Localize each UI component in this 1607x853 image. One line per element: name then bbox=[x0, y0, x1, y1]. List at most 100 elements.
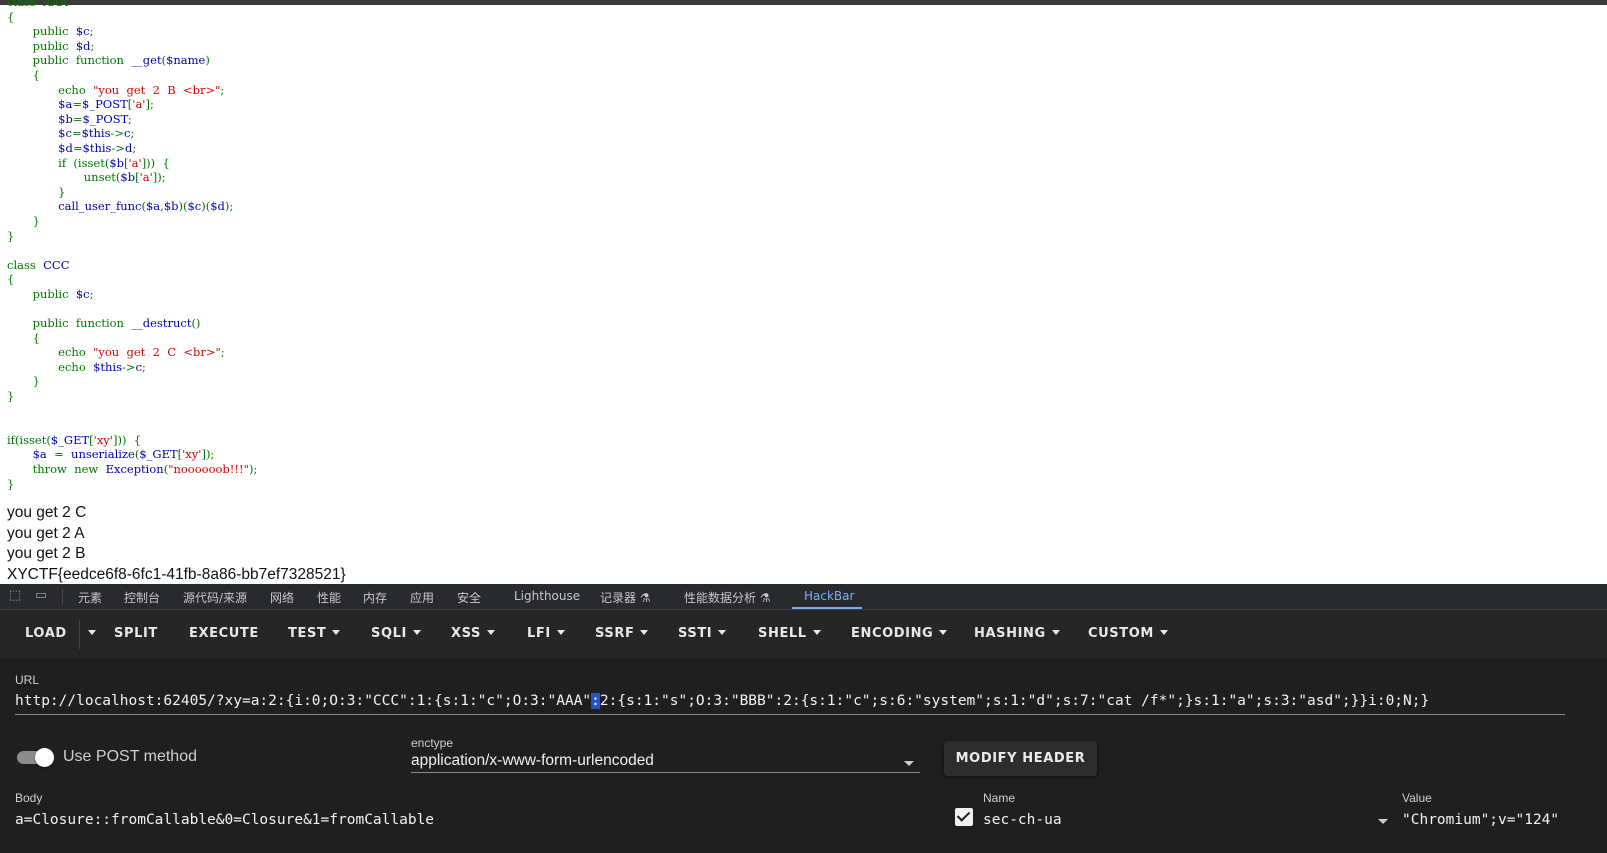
url-underline bbox=[15, 714, 1565, 715]
code-token: = bbox=[72, 140, 83, 155]
code-token: Exception bbox=[105, 462, 164, 476]
toolbar-button-label: XSS bbox=[451, 626, 481, 641]
toolbar-button-label: SQLI bbox=[371, 626, 407, 641]
load-dropdown-button[interactable] bbox=[82, 626, 96, 641]
code-token: { bbox=[7, 67, 40, 82]
devtools-tab[interactable]: 性能数据分析 ⚗ bbox=[684, 589, 771, 606]
code-token: ); bbox=[224, 199, 234, 214]
devtools-tab[interactable]: 元素 bbox=[78, 589, 102, 606]
output-line: you get 2 B bbox=[7, 545, 86, 562]
ssrf-menu-button[interactable]: SSRF bbox=[595, 626, 649, 641]
shell-menu-button[interactable]: SHELL bbox=[758, 626, 821, 641]
code-token: $b bbox=[109, 155, 124, 170]
inspect-icon[interactable]: ⬚ bbox=[7, 589, 23, 603]
code-token: unserialize bbox=[71, 447, 135, 462]
ssti-menu-button[interactable]: SSTI bbox=[678, 626, 727, 641]
caret-down-icon bbox=[939, 630, 948, 635]
code-token: $c bbox=[75, 286, 90, 301]
toggle-knob bbox=[35, 748, 54, 767]
output-line: you get 2 C bbox=[7, 504, 87, 521]
code-token: CCC bbox=[43, 257, 70, 272]
encoding-menu-button[interactable]: ENCODING bbox=[851, 626, 948, 641]
body-input[interactable]: a=Closure::fromCallable&0=Closure&1=from… bbox=[15, 812, 434, 828]
code-token: $b bbox=[7, 111, 73, 126]
tab-separator bbox=[62, 589, 63, 604]
code-token: ]); bbox=[152, 170, 166, 185]
code-token: $d bbox=[75, 38, 91, 53]
code-token: echo bbox=[7, 82, 94, 97]
caret-down-icon bbox=[556, 630, 565, 635]
devtools-tab[interactable]: 内存 bbox=[363, 589, 387, 606]
chevron-down-icon[interactable] bbox=[1378, 819, 1388, 824]
enctype-select[interactable]: application/x-www-form-urlencoded bbox=[411, 752, 654, 770]
code-token: { bbox=[7, 272, 15, 287]
toolbar-button-label: TEST bbox=[288, 626, 327, 641]
custom-menu-button[interactable]: CUSTOM bbox=[1088, 626, 1168, 641]
lfi-menu-button[interactable]: LFI bbox=[527, 626, 565, 641]
code-line: if (isset($b['a'])) { bbox=[7, 156, 257, 171]
code-token: ); bbox=[248, 462, 258, 476]
devtools-tab[interactable]: 应用 bbox=[410, 589, 434, 606]
code-token: () bbox=[191, 316, 201, 331]
url-input[interactable]: http://localhost:62405/?xy=a:2:{i:0;O:3:… bbox=[15, 693, 1429, 709]
chevron-down-icon[interactable] bbox=[904, 761, 914, 766]
test-menu-button[interactable]: TEST bbox=[288, 626, 341, 641]
code-line: echo $this->c; bbox=[7, 360, 257, 375]
body-label: Body bbox=[15, 791, 43, 805]
code-token: $_POST bbox=[82, 97, 128, 112]
code-token: if(isset( bbox=[7, 432, 51, 447]
output-line: you get 2 A bbox=[7, 524, 85, 542]
device-toggle-icon[interactable]: ▭ bbox=[33, 589, 49, 603]
code-token: $c bbox=[187, 199, 202, 214]
code-line: { bbox=[7, 272, 257, 287]
code-line: class AAA bbox=[7, 0, 257, 10]
code-line: public $c; bbox=[7, 24, 257, 39]
url-text-before: http://localhost:62405/?xy=a:2:{i:0;O:3:… bbox=[15, 693, 592, 709]
code-line: class CCC bbox=[7, 258, 257, 273]
devtools-tab[interactable]: 控制台 bbox=[124, 589, 160, 606]
header-name-input[interactable]: sec-ch-ua bbox=[983, 812, 1062, 828]
header-value-input[interactable]: "Chromium";v="124" bbox=[1402, 812, 1559, 828]
devtools-tab[interactable]: 记录器 ⚗ bbox=[600, 589, 651, 606]
url-label: URL bbox=[15, 673, 40, 687]
hashing-menu-button[interactable]: HASHING bbox=[974, 626, 1060, 641]
code-token: ; bbox=[220, 345, 225, 360]
code-token: )( bbox=[201, 199, 211, 214]
code-token: -> bbox=[111, 140, 125, 155]
devtools-tab[interactable]: Lighthouse bbox=[514, 589, 580, 603]
caret-down-icon bbox=[486, 630, 495, 635]
code-token: = bbox=[72, 111, 83, 126]
code-line: echo "you get 2 B <br>"; bbox=[7, 83, 257, 98]
code-token: echo bbox=[7, 359, 94, 374]
code-token: ; bbox=[130, 126, 135, 141]
code-line: } bbox=[7, 374, 257, 389]
devtools-tab[interactable]: 安全 bbox=[457, 589, 481, 606]
code-token: throw new bbox=[7, 462, 106, 476]
sqli-menu-button[interactable]: SQLI bbox=[371, 626, 421, 641]
code-token: ]); bbox=[201, 447, 215, 462]
code-token: ; bbox=[90, 38, 95, 53]
xss-menu-button[interactable]: XSS bbox=[451, 626, 495, 641]
post-method-toggle[interactable] bbox=[17, 748, 54, 767]
code-line: $d=$this->d; bbox=[7, 141, 257, 156]
code-line: } bbox=[7, 389, 257, 404]
code-token: "you get 2 B <br>" bbox=[93, 82, 221, 97]
enctype-underline bbox=[411, 772, 920, 773]
devtools-tab[interactable]: 源代码/来源 bbox=[183, 589, 247, 606]
header-enabled-checkbox[interactable] bbox=[955, 808, 973, 826]
code-line: $b=$_POST; bbox=[7, 112, 257, 127]
hackbar-toolbar: LOAD SPLIT EXECUTE TEST SQLI XSS LFI SSRF SSTI SH… bbox=[0, 610, 1607, 658]
code-line: call_user_func($a,$b)($c)($d); bbox=[7, 199, 257, 214]
devtools-tab[interactable]: 网络 bbox=[270, 589, 294, 606]
execute-button[interactable]: EXECUTE bbox=[189, 626, 259, 641]
split-button[interactable]: SPLIT bbox=[114, 626, 158, 641]
devtools-tab[interactable]: HackBar bbox=[804, 589, 854, 603]
modify-header-button[interactable]: MODIFY HEADER bbox=[944, 741, 1097, 776]
code-token: if (isset( bbox=[7, 155, 110, 170]
toolbar-button-label: SSTI bbox=[678, 626, 713, 641]
load-button[interactable]: LOAD bbox=[25, 626, 67, 641]
devtools-tab[interactable]: 性能 bbox=[317, 589, 341, 606]
devtools-panel: ⬚ ▭ 元素 控制台 源代码/来源 网络 性能 内存 应用 安全 Lighthouse 记录器 ⚗… bbox=[0, 584, 1607, 853]
